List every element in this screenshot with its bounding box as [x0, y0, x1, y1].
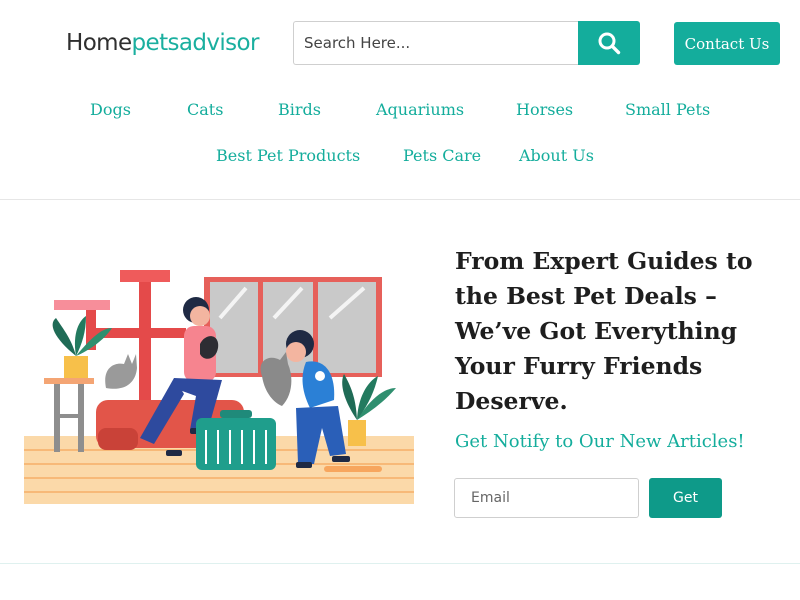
- nav-horses[interactable]: Horses: [516, 100, 573, 120]
- hero-subtitle: Get Notify to Our New Articles!: [455, 431, 745, 452]
- hero-title: From Expert Guides to the Best Pet Deals…: [455, 247, 753, 415]
- logo-part-petsadvisor: petsadvisor: [131, 30, 260, 56]
- search-icon: [598, 32, 621, 55]
- search-input[interactable]: [293, 21, 578, 65]
- get-button[interactable]: Get: [649, 478, 722, 518]
- nav-small-pets[interactable]: Small Pets: [625, 100, 710, 120]
- nav-aquariums[interactable]: Aquariums: [376, 100, 464, 120]
- section-divider: [0, 563, 800, 564]
- search-bar: [293, 21, 640, 65]
- nav-about-us[interactable]: About Us: [519, 146, 594, 166]
- contact-us-button[interactable]: Contact Us: [674, 22, 780, 65]
- logo-part-home: Home: [66, 30, 132, 56]
- hero-illustration: [24, 270, 414, 504]
- nav-best-pet-products[interactable]: Best Pet Products: [216, 146, 360, 166]
- nav-birds[interactable]: Birds: [278, 100, 321, 120]
- nav-pets-care[interactable]: Pets Care: [403, 146, 481, 166]
- header-divider: [0, 199, 800, 200]
- site-logo[interactable]: Homepetsadvisor: [66, 29, 259, 57]
- nav-dogs[interactable]: Dogs: [90, 100, 131, 120]
- email-field[interactable]: [454, 478, 639, 518]
- nav-cats[interactable]: Cats: [187, 100, 223, 120]
- search-button[interactable]: [578, 21, 640, 65]
